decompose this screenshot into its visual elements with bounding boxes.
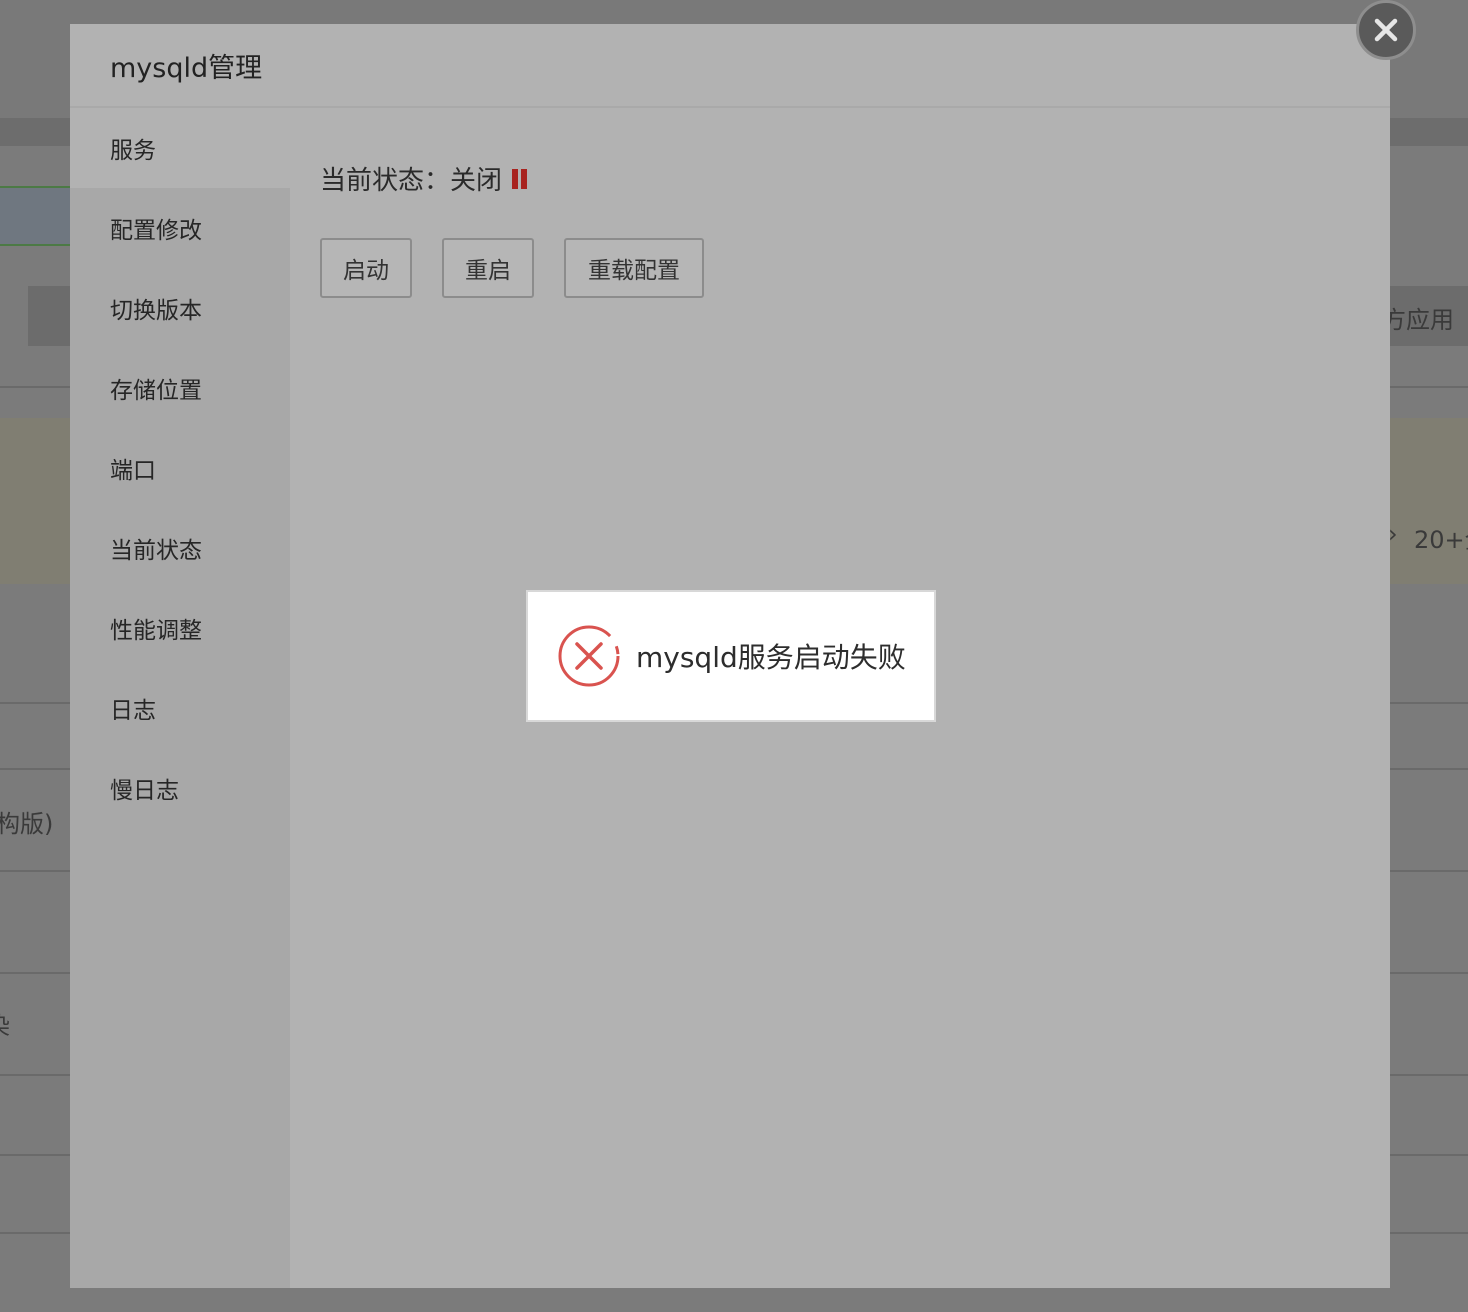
close-modal-button[interactable] <box>1356 0 1416 60</box>
pause-icon <box>512 168 528 189</box>
background-banner-right <box>1390 418 1468 584</box>
background-button <box>28 286 70 346</box>
reload-config-button[interactable]: 重载配置 <box>564 238 704 298</box>
sidebar-item-performance[interactable]: 性能调整 <box>70 588 290 668</box>
sidebar-item-label: 日志 <box>110 698 156 724</box>
sidebar-item-label: 存储位置 <box>110 378 202 404</box>
current-status: 当前状态： 关闭 <box>320 160 528 197</box>
status-label: 当前状态： <box>320 166 451 196</box>
sidebar-item-slow-log[interactable]: 慢日志 <box>70 748 290 828</box>
sidebar-item-storage[interactable]: 存储位置 <box>70 348 290 428</box>
close-icon <box>1374 18 1398 42</box>
background-tab <box>0 186 70 246</box>
background-banner-left <box>0 418 70 584</box>
sidebar-item-service[interactable]: 服务 <box>70 108 290 188</box>
error-icon <box>558 625 620 687</box>
sidebar-item-label: 服务 <box>110 138 156 164</box>
sidebar-item-port[interactable]: 端口 <box>70 428 290 508</box>
sidebar-item-label: 配置修改 <box>110 218 202 244</box>
sidebar-item-label: 切换版本 <box>110 298 202 324</box>
background-text: 染 <box>0 1006 10 1041</box>
sidebar-item-status[interactable]: 当前状态 <box>70 508 290 588</box>
background-text: 构版) <box>0 810 54 838</box>
background-text: 方应用 <box>1382 306 1454 334</box>
modal-title: mysqld管理 <box>110 52 263 84</box>
toast-message: mysqld服务启动失败 <box>636 641 906 674</box>
sidebar-item-label: 端口 <box>110 458 156 484</box>
modal-sidebar: 服务 配置修改 切换版本 存储位置 端口 当前状态 性能调整 日志 慢日志 <box>70 108 290 1288</box>
status-value: 关闭 <box>450 166 503 196</box>
sidebar-item-config[interactable]: 配置修改 <box>70 188 290 268</box>
sidebar-item-log[interactable]: 日志 <box>70 668 290 748</box>
sidebar-item-version[interactable]: 切换版本 <box>70 268 290 348</box>
modal-header: mysqld管理 <box>70 24 1390 108</box>
sidebar-item-label: 当前状态 <box>110 538 202 564</box>
start-button[interactable]: 启动 <box>320 238 412 298</box>
error-toast: mysqld服务启动失败 <box>526 590 936 722</box>
background-text: 20+企 <box>1414 526 1468 554</box>
service-actions: 启动 重启 重载配置 <box>320 238 734 298</box>
sidebar-item-label: 慢日志 <box>110 778 179 804</box>
restart-button[interactable]: 重启 <box>442 238 534 298</box>
sidebar-item-label: 性能调整 <box>110 618 202 644</box>
